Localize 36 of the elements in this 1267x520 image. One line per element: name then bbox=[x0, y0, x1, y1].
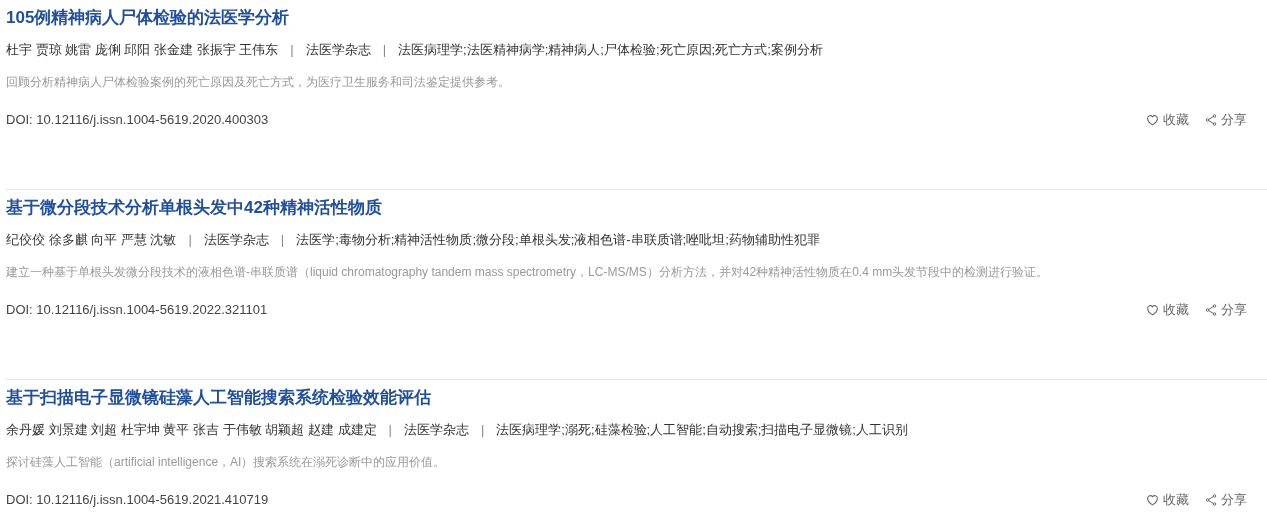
journal-name[interactable]: 法医学杂志 bbox=[403, 421, 469, 439]
separator: | bbox=[381, 41, 388, 59]
keywords: 法医学;毒物分析;精神活性物质;微分段;单根头发;液相色谱-串联质谱;唑吡坦;药物辅助性犯罪 bbox=[296, 231, 820, 249]
separator: | bbox=[289, 41, 295, 59]
keywords: 法医病理学;溺死;硅藻检验;人工智能;自动搜索;扫描电子显微镜;人工识别 bbox=[496, 421, 908, 439]
share-icon bbox=[1205, 113, 1217, 126]
share-button[interactable]: 分享 bbox=[1205, 300, 1247, 320]
doi: DOI: 10.12116/j.issn.1004-5619.2021.410719 bbox=[6, 491, 269, 509]
share-button[interactable]: 分享 bbox=[1205, 110, 1247, 130]
separator: | bbox=[279, 231, 286, 249]
heart-icon bbox=[1146, 113, 1159, 126]
authors: 余丹媛 刘景建 刘超 杜宇坤 黄平 张吉 于伟敏 胡颖超 赵建 成建定 bbox=[6, 421, 377, 439]
favorite-button[interactable]: 收藏 bbox=[1146, 300, 1189, 320]
favorite-button[interactable]: 收藏 bbox=[1146, 110, 1189, 130]
share-icon bbox=[1205, 493, 1217, 506]
doi: DOI: 10.12116/j.issn.1004-5619.2020.400303 bbox=[6, 111, 269, 129]
share-button[interactable]: 分享 bbox=[1205, 490, 1247, 510]
heart-icon bbox=[1146, 493, 1159, 506]
separator: | bbox=[187, 231, 193, 249]
favorite-button[interactable]: 收藏 bbox=[1146, 490, 1189, 510]
share-icon bbox=[1205, 303, 1217, 316]
abstract: 回顾分析精神病人尸体检验案例的死亡原因及死亡方式，为医疗卫生服务和司法鉴定提供参考。 bbox=[6, 74, 511, 91]
abstract: 建立一种基于单根头发微分段技术的液相色谱-串联质谱（liquid chromatography tandem mass spectrometry，LC-MS/MS）分析方法，并对42种精神活性物质在0.4 mm头发节段中的检测进行验证。 bbox=[6, 264, 1050, 281]
journal-name[interactable]: 法医学杂志 bbox=[305, 41, 371, 59]
separator: | bbox=[387, 421, 393, 439]
authors: 杜宇 贾琼 姚雷 庞俐 邱阳 张金建 张振宇 王伟东 bbox=[6, 41, 279, 59]
article-title[interactable]: 105例精神病人尸体检验的法医学分析 bbox=[6, 6, 290, 30]
article-title[interactable]: 基于微分段技术分析单根头发中42种精神活性物质 bbox=[6, 196, 382, 220]
article-title[interactable]: 基于扫描电子显微镜硅藻人工智能搜索系统检验效能评估 bbox=[6, 386, 431, 410]
keywords: 法医病理学;法医精神病学;精神病人;尸体检验;死亡原因;死亡方式;案例分析 bbox=[398, 41, 823, 59]
doi: DOI: 10.12116/j.issn.1004-5619.2022.321101 bbox=[6, 301, 268, 319]
abstract: 探讨硅藻人工智能（artificial intelligence，AI）搜索系统在溺死诊断中的应用价值。 bbox=[6, 454, 447, 471]
separator: | bbox=[479, 421, 486, 439]
heart-icon bbox=[1146, 303, 1159, 316]
authors: 纪佼佼 徐多麒 向平 严慧 沈敏 bbox=[6, 231, 177, 249]
journal-name[interactable]: 法医学杂志 bbox=[203, 231, 269, 249]
